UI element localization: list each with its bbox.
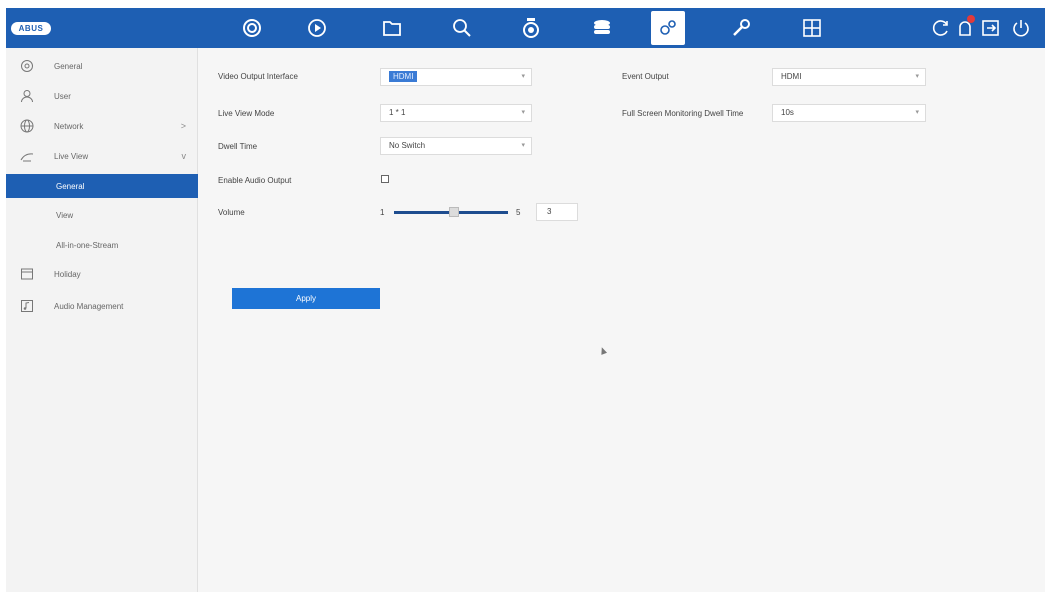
chevron-down-icon: ▾ — [521, 73, 525, 80]
live-view-mode-select[interactable]: 1 * 1 ▾ — [380, 104, 532, 122]
sidebar-item-label: Live View — [54, 151, 89, 161]
user-icon — [20, 89, 34, 103]
enable-audio-checkbox[interactable] — [381, 175, 389, 183]
sidebar-item-label: General — [54, 61, 83, 71]
sidebar-item-label: User — [54, 91, 71, 101]
sidebar-item-label: General — [56, 181, 85, 191]
event-output-select[interactable]: HDMI ▾ — [772, 68, 926, 86]
chevron-down-icon: v — [181, 151, 187, 161]
configuration-icon[interactable] — [651, 11, 685, 45]
live-view-mode-label: Live View Mode — [218, 109, 275, 118]
video-output-select[interactable]: HDMI ▾ — [380, 68, 532, 86]
volume-label: Volume — [218, 208, 245, 217]
brand-logo: ABUS — [11, 22, 51, 35]
event-output-label: Event Output — [622, 72, 669, 81]
sidebar: General User Network > Live View v Gener… — [6, 48, 198, 592]
sidebar-subitem-view[interactable]: View — [6, 203, 198, 227]
top-navigation-bar: ABUS — [6, 8, 1045, 48]
sidebar-item-holiday[interactable]: Holiday — [6, 262, 198, 286]
sidebar-item-network[interactable]: Network > — [6, 114, 198, 138]
volume-slider-handle[interactable] — [449, 207, 459, 217]
sidebar-item-general[interactable]: General — [6, 54, 198, 78]
sidebar-item-label: Network — [54, 121, 84, 131]
live-view-icon — [20, 149, 34, 163]
maintenance-icon[interactable] — [728, 15, 754, 41]
sidebar-item-user[interactable]: User — [6, 84, 198, 108]
volume-input[interactable]: 3 — [536, 203, 578, 221]
full-screen-dwell-select[interactable]: 10s ▾ — [772, 104, 926, 122]
chevron-down-icon: ▾ — [915, 73, 919, 80]
dwell-time-select[interactable]: No Switch ▾ — [380, 137, 532, 155]
sidebar-item-audio-management[interactable]: Audio Management — [6, 294, 198, 318]
power-icon[interactable] — [1008, 15, 1034, 41]
layout-icon[interactable] — [799, 15, 825, 41]
main-content: Video Output Interface HDMI ▾ Live View … — [198, 48, 1045, 592]
chevron-down-icon: ▾ — [915, 109, 919, 116]
sidebar-item-live-view[interactable]: Live View v — [6, 144, 198, 168]
apply-button[interactable]: Apply — [232, 288, 380, 309]
playback-icon[interactable] — [304, 15, 330, 41]
dwell-time-label: Dwell Time — [218, 142, 258, 151]
logout-icon[interactable] — [978, 15, 1004, 41]
sidebar-item-label: Audio Management — [54, 301, 124, 311]
file-icon[interactable] — [379, 15, 405, 41]
live-view-mode-value: 1 * 1 — [389, 108, 406, 117]
chevron-right-icon: > — [180, 121, 186, 131]
volume-min-label: 1 — [380, 208, 385, 217]
chevron-down-icon: ▾ — [521, 142, 525, 149]
chevron-down-icon: ▾ — [521, 109, 525, 116]
volume-max-label: 5 — [516, 208, 521, 217]
enable-audio-label: Enable Audio Output — [218, 176, 292, 185]
dwell-time-value: No Switch — [389, 141, 426, 150]
audio-icon — [20, 299, 34, 313]
sidebar-item-label: Holiday — [54, 269, 81, 279]
camera-icon[interactable] — [518, 15, 544, 41]
storage-icon[interactable] — [589, 15, 615, 41]
alarm-badge — [967, 15, 975, 23]
sidebar-subitem-general[interactable]: General — [6, 174, 198, 198]
mouse-cursor — [598, 346, 608, 355]
full-screen-dwell-label: Full Screen Monitoring Dwell Time — [622, 109, 744, 118]
search-icon[interactable] — [449, 15, 475, 41]
sidebar-subitem-all-in-one-stream[interactable]: All-in-one-Stream — [6, 233, 198, 257]
full-screen-dwell-value: 10s — [781, 108, 794, 117]
sidebar-item-label: View — [56, 210, 74, 220]
calendar-icon — [20, 267, 34, 281]
gear-icon — [20, 59, 34, 73]
video-output-value: HDMI — [389, 71, 418, 82]
alarm-icon[interactable] — [952, 15, 978, 41]
live-view-icon[interactable] — [239, 15, 265, 41]
refresh-icon[interactable] — [928, 15, 954, 41]
video-output-label: Video Output Interface — [218, 72, 298, 81]
globe-icon — [20, 119, 34, 133]
sidebar-item-label: All-in-one-Stream — [56, 240, 119, 250]
event-output-value: HDMI — [781, 72, 802, 81]
